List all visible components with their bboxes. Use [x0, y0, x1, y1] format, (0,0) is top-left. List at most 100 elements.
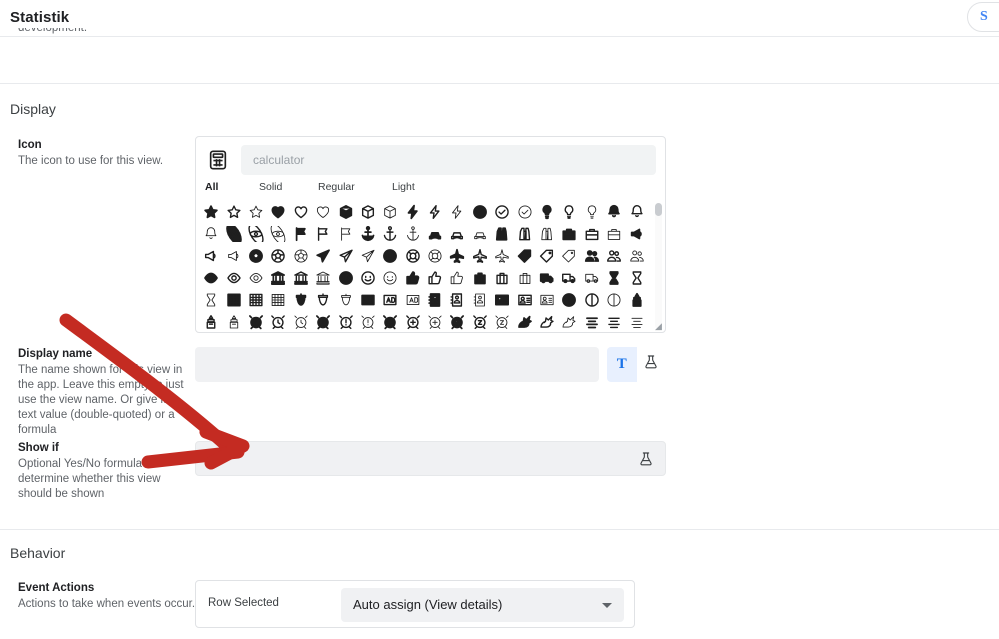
- thumbs-up-solid-icon[interactable]: [403, 268, 423, 288]
- truck-regular-icon[interactable]: [559, 268, 579, 288]
- paper-plane-solid-icon[interactable]: [313, 246, 333, 266]
- resize-grip-icon[interactable]: ◢: [655, 322, 664, 331]
- formula-mode-button[interactable]: [636, 347, 666, 382]
- bullhorn-light-icon[interactable]: [224, 246, 244, 266]
- futbol-solid-icon[interactable]: [246, 246, 266, 266]
- futbol-light-icon[interactable]: [291, 246, 311, 266]
- cube-light-icon[interactable]: [380, 202, 400, 222]
- bell-solid-icon[interactable]: [604, 202, 624, 222]
- smile-regular-icon[interactable]: [358, 268, 378, 288]
- icon-grid-scrollbar-thumb[interactable]: [655, 203, 662, 216]
- alarm-plus-light-icon[interactable]: [425, 312, 445, 332]
- adjust-light-icon[interactable]: [604, 290, 624, 310]
- address-card-solid-icon[interactable]: [492, 290, 512, 310]
- acorn-light-icon[interactable]: [336, 290, 356, 310]
- address-card-regular-icon[interactable]: [515, 290, 535, 310]
- car-solid-icon[interactable]: [425, 224, 445, 244]
- truck-light-icon[interactable]: [582, 268, 602, 288]
- atom-solid-icon[interactable]: [224, 224, 244, 244]
- align-center-regular-icon[interactable]: [604, 312, 624, 332]
- alarm-snooze-light-icon[interactable]: [492, 312, 512, 332]
- flag-light-icon[interactable]: [336, 224, 356, 244]
- heart-light-icon[interactable]: [313, 202, 333, 222]
- lightbulb-solid-icon[interactable]: [537, 202, 557, 222]
- lightbulb-regular-icon[interactable]: [559, 202, 579, 222]
- address-book-solid-icon[interactable]: [425, 290, 445, 310]
- bell-regular-icon[interactable]: [627, 202, 647, 222]
- eye-light-icon[interactable]: [246, 268, 266, 288]
- hourglass-regular-icon[interactable]: [627, 268, 647, 288]
- university-solid-icon[interactable]: [268, 268, 288, 288]
- star-solid-icon[interactable]: [201, 202, 221, 222]
- binoculars-solid-icon[interactable]: [492, 224, 512, 244]
- life-ring-solid-icon[interactable]: [380, 246, 400, 266]
- address-book-regular-icon[interactable]: [447, 290, 467, 310]
- ad-solid-icon[interactable]: [358, 290, 378, 310]
- plane-solid-icon[interactable]: [447, 246, 467, 266]
- users-light-icon[interactable]: [627, 246, 647, 266]
- tab-light[interactable]: Light: [392, 181, 415, 193]
- flag-solid-icon[interactable]: [291, 224, 311, 244]
- anchor-regular-icon[interactable]: [380, 224, 400, 244]
- air-freshener-solid-icon[interactable]: [627, 290, 647, 310]
- alarm-exclamation-solid-icon[interactable]: [313, 312, 333, 332]
- plane-light-icon[interactable]: [492, 246, 512, 266]
- eye-solid-icon[interactable]: [201, 268, 221, 288]
- show-if-input[interactable]: [195, 441, 666, 476]
- anchor-light-icon[interactable]: [403, 224, 423, 244]
- hourglass-solid-icon[interactable]: [604, 268, 624, 288]
- thumbs-up-regular-icon[interactable]: [425, 268, 445, 288]
- icon-grid-scrollbar[interactable]: [655, 203, 662, 329]
- check-circle-light-icon[interactable]: [515, 202, 535, 222]
- tag-regular-icon[interactable]: [537, 246, 557, 266]
- alicorn-solid-icon[interactable]: [515, 312, 535, 332]
- align-center-solid-icon[interactable]: [582, 312, 602, 332]
- life-ring-regular-icon[interactable]: [403, 246, 423, 266]
- star-regular-icon[interactable]: [224, 202, 244, 222]
- alarm-exclamation-regular-icon[interactable]: [336, 312, 356, 332]
- icon-grid[interactable]: [200, 201, 652, 332]
- anchor-solid-icon[interactable]: [358, 224, 378, 244]
- suitcase-regular-icon[interactable]: [492, 268, 512, 288]
- plane-regular-icon[interactable]: [470, 246, 490, 266]
- eye-regular-icon[interactable]: [224, 268, 244, 288]
- alarm-plus-solid-icon[interactable]: [380, 312, 400, 332]
- bullhorn-solid-icon[interactable]: [627, 224, 647, 244]
- tag-light-icon[interactable]: [559, 246, 579, 266]
- air-freshener-regular-icon[interactable]: [201, 312, 221, 332]
- bell-light-icon[interactable]: [201, 224, 221, 244]
- cube-regular-icon[interactable]: [358, 202, 378, 222]
- bolt-solid-icon[interactable]: [403, 202, 423, 222]
- university-regular-icon[interactable]: [291, 268, 311, 288]
- address-card-light-icon[interactable]: [537, 290, 557, 310]
- futbol-regular-icon[interactable]: [268, 246, 288, 266]
- alarm-exclamation-light-icon[interactable]: [358, 312, 378, 332]
- bolt-regular-icon[interactable]: [425, 202, 445, 222]
- suitcase-light-icon[interactable]: [515, 268, 535, 288]
- ad-regular-icon[interactable]: [380, 290, 400, 310]
- flask-icon[interactable]: [637, 450, 655, 468]
- icon-search-input[interactable]: calculator: [241, 144, 656, 175]
- cube-solid-icon[interactable]: [336, 202, 356, 222]
- text-mode-button[interactable]: T: [607, 347, 637, 382]
- briefcase-solid-icon[interactable]: [559, 224, 579, 244]
- alarm-clock-solid-icon[interactable]: [246, 312, 266, 332]
- air-freshener-light-icon[interactable]: [224, 312, 244, 332]
- icon-picker-panel[interactable]: calculator All Solid Regular Light ◢: [195, 136, 666, 333]
- event-action-dropdown[interactable]: Auto assign (View details): [341, 588, 624, 622]
- adjust-solid-icon[interactable]: [559, 290, 579, 310]
- alicorn-light-icon[interactable]: [559, 312, 579, 332]
- life-ring-light-icon[interactable]: [425, 246, 445, 266]
- university-light-icon[interactable]: [313, 268, 333, 288]
- paper-plane-regular-icon[interactable]: [336, 246, 356, 266]
- smile-solid-icon[interactable]: [336, 268, 356, 288]
- tab-regular[interactable]: Regular: [318, 181, 355, 193]
- abacus-solid-icon[interactable]: [224, 290, 244, 310]
- car-light-icon[interactable]: [470, 224, 490, 244]
- alicorn-regular-icon[interactable]: [537, 312, 557, 332]
- atom-light-icon[interactable]: [268, 224, 288, 244]
- users-regular-icon[interactable]: [604, 246, 624, 266]
- flag-regular-icon[interactable]: [313, 224, 333, 244]
- briefcase-regular-icon[interactable]: [582, 224, 602, 244]
- abacus-regular-icon[interactable]: [246, 290, 266, 310]
